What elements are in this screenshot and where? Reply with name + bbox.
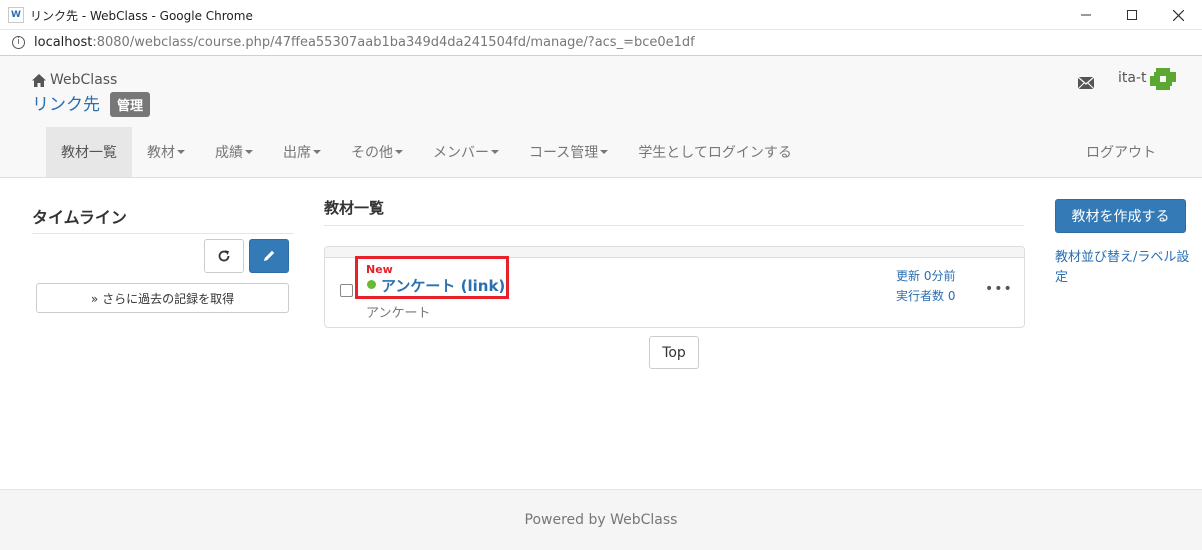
material-checkbox[interactable] xyxy=(340,284,353,297)
home-icon xyxy=(32,73,46,87)
brand-small-label: WebClass xyxy=(50,72,118,88)
main-menu: 教材一覧 教材 成績 出席 その他 メンバー コース管理 学生としてログインする xyxy=(46,127,807,177)
more-options-icon[interactable]: ••• xyxy=(985,281,1013,297)
menu-item-grades[interactable]: 成績 xyxy=(200,127,268,177)
user-avatar-icon[interactable] xyxy=(1150,68,1176,90)
caret-down-icon xyxy=(491,150,499,154)
load-more-history-button[interactable]: » さらに過去の記録を取得 xyxy=(36,283,289,313)
admin-badge: 管理 xyxy=(110,92,151,117)
top-button[interactable]: Top xyxy=(649,336,699,369)
logout-link[interactable]: ログアウト xyxy=(1072,127,1170,177)
minimize-icon xyxy=(1081,14,1091,16)
caret-down-icon xyxy=(245,150,253,154)
material-title-link[interactable]: アンケート (link) xyxy=(381,275,505,296)
menu-item-material-list[interactable]: 教材一覧 xyxy=(46,127,132,177)
address-bar[interactable]: i localhost:8080/webclass/course.php/47f… xyxy=(0,30,1202,56)
mail-button[interactable] xyxy=(1077,74,1095,93)
user-name[interactable]: ita-t xyxy=(1118,70,1147,86)
caret-down-icon xyxy=(395,150,403,154)
sort-label-settings-link[interactable]: 教材並び替え/ラベル設定 xyxy=(1055,248,1190,288)
create-material-button[interactable]: 教材を作成する xyxy=(1055,199,1186,233)
menu-item-members[interactable]: メンバー xyxy=(418,127,514,177)
caret-down-icon xyxy=(600,150,609,154)
url-path: :8080/webclass/course.php/47ffea55307aab… xyxy=(92,35,695,50)
window-title: リンク先 - WebClass - Google Chrome xyxy=(30,9,253,23)
timeline-title: タイムライン xyxy=(32,208,127,227)
menu-item-course-admin[interactable]: コース管理 xyxy=(514,127,623,177)
url-host: localhost xyxy=(34,35,93,50)
refresh-icon xyxy=(218,250,230,262)
divider xyxy=(324,225,1024,226)
material-list-panel: New アンケート (link) アンケート 更新 0分前 実行者数 0 ••• xyxy=(324,246,1025,328)
close-window-button[interactable] xyxy=(1155,0,1201,30)
menu-item-attendance[interactable]: 出席 xyxy=(268,127,336,177)
menu-label: 教材一覧 xyxy=(61,145,117,161)
page-title: 教材一覧 xyxy=(324,199,385,217)
edit-button[interactable] xyxy=(249,239,289,273)
maximize-icon xyxy=(1127,10,1137,20)
info-icon[interactable]: i xyxy=(12,36,25,49)
pencil-icon xyxy=(264,250,275,261)
material-type: アンケート xyxy=(366,306,431,321)
menu-label: コース管理 xyxy=(529,145,599,161)
course-title-link[interactable]: リンク先 xyxy=(32,90,100,115)
minimize-button[interactable] xyxy=(1063,0,1109,30)
menu-label: 学生としてログインする xyxy=(638,145,792,161)
close-icon xyxy=(1172,9,1184,21)
menu-label: 成績 xyxy=(215,145,243,161)
updated-link[interactable]: 更新 0分前 xyxy=(896,267,955,284)
menu-item-material[interactable]: 教材 xyxy=(132,127,200,177)
caret-down-icon xyxy=(313,150,321,154)
menu-item-login-as-student[interactable]: 学生としてログインする xyxy=(623,127,807,177)
navbar: WebClass リンク先 管理 ita-t 教材一覧 教材 成績 出席 その他… xyxy=(0,56,1202,178)
menu-item-other[interactable]: その他 xyxy=(336,127,418,177)
menu-label: その他 xyxy=(351,145,393,161)
browser-title-bar: W リンク先 - WebClass - Google Chrome xyxy=(0,0,1202,30)
home-link[interactable]: WebClass xyxy=(32,72,117,88)
webclass-favicon-icon: W xyxy=(8,7,24,23)
menu-label: メンバー xyxy=(433,145,489,161)
reload-button[interactable] xyxy=(204,239,244,273)
menu-label: 出席 xyxy=(283,145,311,161)
footer: Powered by WebClass xyxy=(0,489,1202,550)
footer-text: Powered by WebClass xyxy=(524,512,678,528)
maximize-button[interactable] xyxy=(1109,0,1155,30)
status-dot-icon xyxy=(367,280,376,289)
runners-count-link[interactable]: 実行者数 0 xyxy=(896,287,955,304)
menu-label: 教材 xyxy=(147,145,175,161)
mail-icon xyxy=(1077,76,1095,90)
caret-down-icon xyxy=(177,150,185,154)
url-text[interactable]: localhost:8080/webclass/course.php/47ffe… xyxy=(34,35,695,50)
divider xyxy=(32,233,294,234)
